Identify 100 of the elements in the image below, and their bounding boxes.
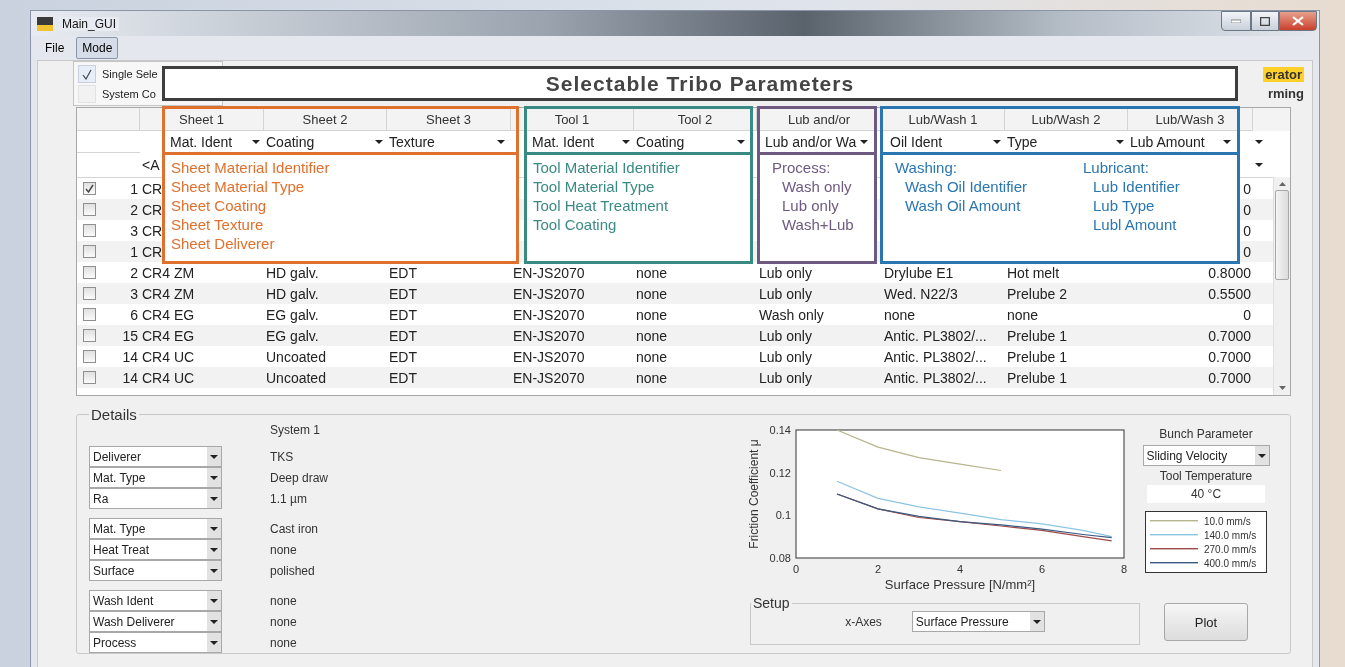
column-dropdown[interactable]: Coating [634, 131, 749, 153]
row-checkbox[interactable] [83, 182, 96, 195]
table-cell: Prelube 2 [1007, 285, 1067, 302]
row-checkbox[interactable] [83, 350, 96, 363]
caret-icon [1255, 163, 1263, 167]
table-cell: 1 [130, 180, 138, 197]
table-cell: CR4 ZM [142, 285, 195, 302]
caret-icon [1032, 619, 1041, 624]
x-tick-label: 4 [956, 563, 964, 575]
x-tick-label: 8 [1120, 563, 1128, 575]
column-dropdown[interactable]: Lub Amount [1128, 131, 1235, 153]
annotation-text: Tool Material Identifier [533, 158, 680, 177]
table-cell: CR [142, 180, 163, 197]
row-checkbox[interactable] [83, 308, 96, 321]
column-dropdown[interactable]: Lub and/or Wa [763, 131, 872, 153]
menu-item[interactable]: Single Sele [102, 68, 158, 80]
field-value: Deep draw [270, 470, 329, 485]
field-dropdown[interactable]: Mat. Type [89, 467, 222, 488]
bunch-dropdown[interactable]: Sliding Velocity [1142, 445, 1270, 466]
scrollbar[interactable] [1273, 177, 1290, 395]
annotation-text: Sheet Material Type [171, 177, 306, 196]
field-dropdown[interactable]: Heat Treat [89, 539, 222, 560]
legend-label: 140.0 mm/s [1204, 529, 1257, 541]
row-checkbox[interactable] [83, 329, 96, 342]
column-dropdown[interactable]: Type [1005, 131, 1128, 153]
minimize-button[interactable] [1221, 11, 1251, 31]
table-cell: Lub only [759, 285, 812, 302]
row-checkbox[interactable] [83, 245, 96, 258]
table-cell: CR4 UC [142, 369, 195, 386]
table-cell: 14 [122, 369, 138, 386]
row-checkbox[interactable] [83, 266, 96, 279]
column-dropdown[interactable]: Texture [387, 131, 509, 153]
window-title: Main_GUI [59, 16, 120, 31]
table-cell: HD galv. [266, 264, 319, 281]
annotation-text: Lub only [781, 196, 840, 215]
field-dropdown[interactable]: Mat. Type [89, 518, 222, 539]
field-dropdown[interactable]: Wash Deliverer [89, 611, 222, 632]
table-cell: 14 [122, 348, 138, 365]
row-checkbox[interactable] [83, 371, 96, 384]
table-cell: Uncoated [266, 348, 326, 365]
row-checkbox[interactable] [83, 287, 96, 300]
field-dropdown[interactable]: Deliverer [89, 446, 222, 467]
caret-icon [210, 640, 218, 645]
annotation-text: Tool Heat Treatment [533, 196, 670, 215]
annotation-text: Sheet Deliverer [171, 234, 276, 253]
close-button[interactable] [1279, 11, 1317, 31]
annotation-text: Lubl Amount [1092, 215, 1178, 234]
table-cell: CR4 ZM [142, 264, 195, 281]
table-cell: EN-JS2070 [513, 264, 585, 281]
check-slot[interactable] [78, 65, 96, 83]
field-value: none [270, 593, 297, 608]
field-dropdown[interactable]: Process [89, 632, 222, 653]
field-dropdown[interactable]: Ra [89, 488, 222, 509]
column-dropdown[interactable]: Coating [264, 131, 387, 153]
table-cell: 2 [130, 201, 138, 218]
table-cell: none [636, 285, 668, 302]
table-cell: Prelube 1 [1007, 369, 1067, 386]
field-value: 1.1 µm [270, 491, 307, 506]
table-cell: Hot melt [1007, 264, 1060, 281]
x-tick-label: 2 [874, 563, 882, 575]
x-axes-dropdown[interactable]: Surface Pressure [911, 611, 1045, 632]
plot-button[interactable]: Plot [1164, 603, 1248, 641]
caret-icon [860, 139, 868, 144]
filter-value[interactable]: <A [142, 157, 160, 173]
annotation-text: Lub Identifier [1092, 177, 1180, 196]
caret-icon [210, 547, 218, 552]
column-dropdown[interactable]: Mat. Ident [530, 131, 634, 153]
table-cell: 0.7000 [1208, 348, 1251, 365]
table-cell: Lub only [759, 264, 812, 281]
menu-item[interactable]: File [39, 37, 71, 59]
table-cell: 0 [1243, 222, 1251, 239]
table-cell: CR [142, 222, 163, 239]
y-tick-label: 0.14 [769, 424, 791, 436]
table-cell: 0.7000 [1208, 327, 1251, 344]
y-tick-label: 0.1 [775, 509, 791, 522]
table-cell: Uncoated [266, 369, 326, 386]
field-dropdown[interactable]: Surface [89, 560, 222, 581]
panel-title: Details [90, 406, 138, 423]
table-cell: Lub only [759, 369, 812, 386]
annotation-text: Wash Oil Amount [904, 196, 1022, 215]
temperature-field[interactable]: 40 °C [1147, 485, 1265, 503]
minimize-icon [1231, 19, 1241, 23]
close-icon [1292, 16, 1304, 26]
caret-icon [210, 526, 218, 531]
row-checkbox[interactable] [83, 203, 96, 216]
maximize-button[interactable] [1251, 11, 1279, 31]
panel-title: Setup [752, 595, 791, 611]
menu-item[interactable]: System Co [102, 88, 156, 100]
field-value: none [270, 542, 297, 557]
column-dropdown[interactable]: Oil Ident [888, 131, 1005, 153]
field-dropdown[interactable]: Wash Ident [89, 590, 222, 611]
table-cell: Antic. PL3802/... [884, 348, 987, 365]
legend-line [1150, 534, 1198, 536]
row-checkbox[interactable] [83, 224, 96, 237]
menu-item[interactable]: Mode [76, 37, 119, 59]
caret-icon [1223, 139, 1231, 144]
table-cell: 0 [1243, 201, 1251, 218]
system-label: System 1 [270, 423, 321, 437]
column-dropdown[interactable]: Mat. Ident [168, 131, 264, 153]
x-axis-label: Surface Pressure [N/mm²] [884, 577, 1036, 592]
